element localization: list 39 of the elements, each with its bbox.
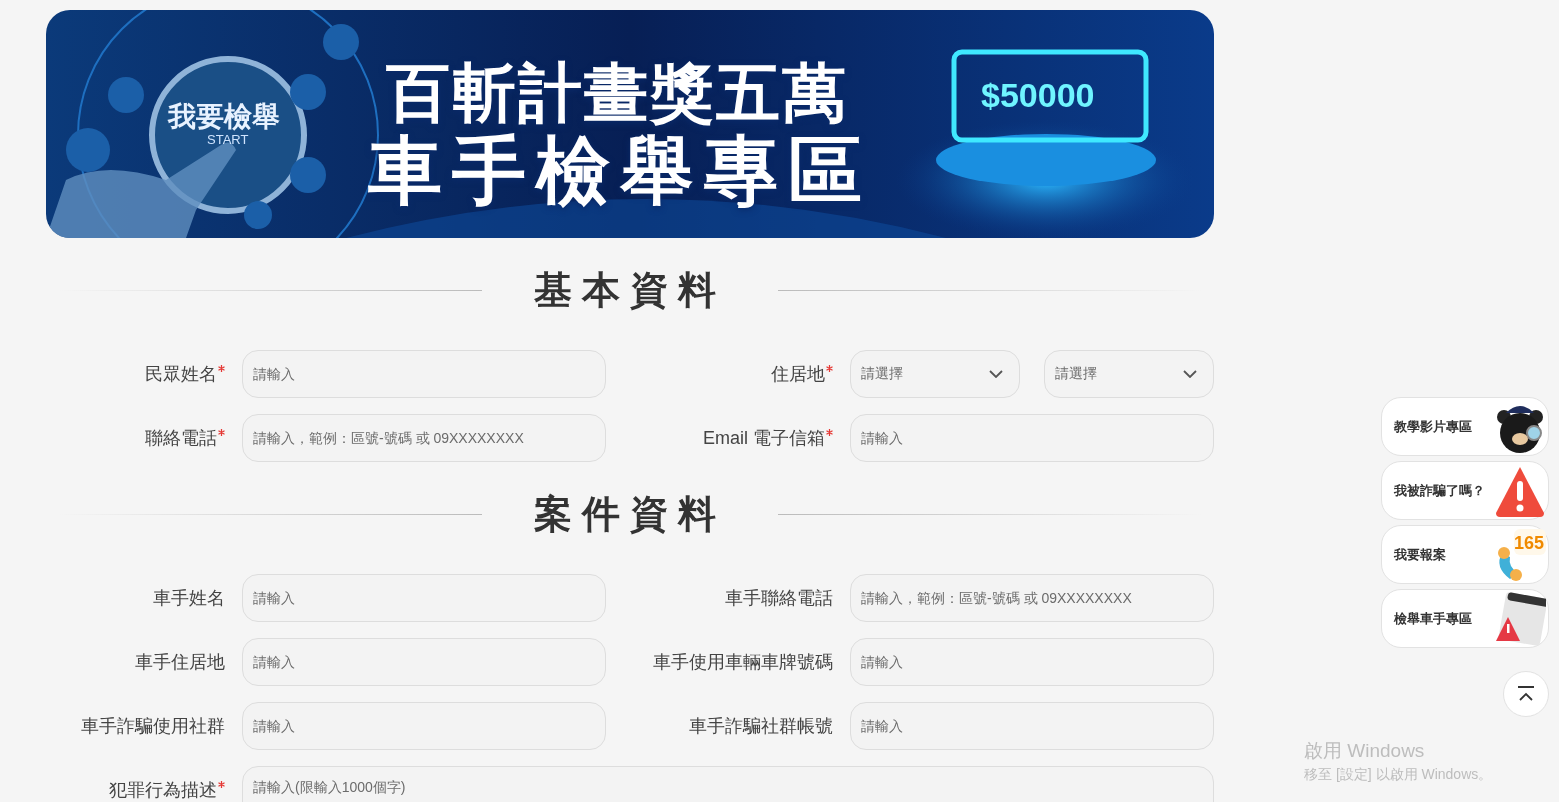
banner-headline: 車手檢舉專區 [368, 128, 872, 214]
input-field[interactable]: 請輸入 [850, 638, 1214, 686]
side-link[interactable]: 我被詐騙了嗎？ [1381, 461, 1549, 520]
side-link[interactable]: 教學影片專區 [1381, 397, 1549, 456]
banner-headline: 百斬計畫獎五萬 [386, 56, 848, 131]
field-label: 車手詐騙使用社群 [81, 715, 225, 738]
field-label: 車手住居地 [135, 651, 225, 674]
chevron-icon [989, 370, 1003, 378]
input-field[interactable]: 請輸入 [242, 350, 606, 398]
section-heading: 基本資料 [534, 267, 726, 313]
field-label: 犯罪行為描述 [109, 779, 217, 802]
field-label: 聯絡電話 [145, 427, 217, 450]
arrow-up-icon [1517, 686, 1535, 702]
side-link[interactable]: 檢舉車手專區 [1381, 589, 1549, 648]
field-label: 住居地 [771, 363, 825, 386]
back-to-top-button[interactable] [1503, 671, 1549, 717]
browser-warning-icon [1494, 590, 1546, 647]
badge-count: 165 [1513, 532, 1544, 554]
field-label: 車手使用車輛車牌號碼 [653, 651, 833, 674]
section-heading: 案件資料 [534, 491, 726, 537]
select-field[interactable]: 請選擇 [1044, 350, 1214, 398]
field-label: 車手詐騙社群帳號 [689, 715, 833, 738]
chevron-icon [1183, 370, 1197, 378]
input-field[interactable]: 請輸入 [850, 414, 1214, 462]
field-label: 車手聯絡電話 [725, 587, 833, 610]
input-field[interactable]: 請輸入 [242, 638, 606, 686]
activation-title: 啟用 Windows [1304, 739, 1426, 763]
prize-amount: $50000 [981, 76, 1095, 115]
input-field[interactable]: 請輸入 [850, 702, 1214, 750]
field-label: 車手姓名 [153, 587, 225, 610]
input-field[interactable]: 請輸入，範例：區號-號碼 或 09XXXXXXXX [242, 414, 606, 462]
side-link[interactable]: 我要報案 165 [1381, 525, 1549, 584]
input-field[interactable]: 請輸入 [242, 702, 606, 750]
input-field[interactable]: 請輸入，範例：區號-號碼 或 09XXXXXXXX [850, 574, 1214, 622]
text-area[interactable]: 請輸入(限輸入1000個字) [242, 766, 1214, 802]
field-label: 民眾姓名 [145, 363, 217, 386]
input-field[interactable]: 請輸入 [242, 574, 606, 622]
select-field[interactable]: 請選擇 [850, 350, 1020, 398]
field-label: Email 電子信箱 [703, 427, 825, 450]
